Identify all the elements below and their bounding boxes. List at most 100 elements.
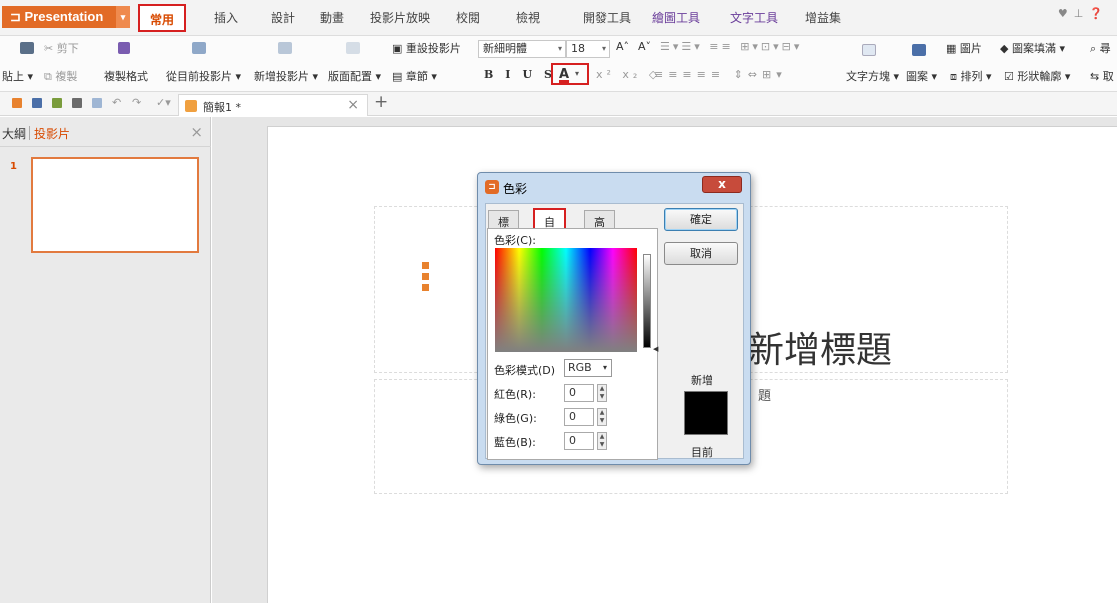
- textbox-label: 文字方塊: [846, 70, 890, 83]
- account-icon[interactable]: ⊥: [1074, 7, 1090, 20]
- tab-standard[interactable]: 標準: [488, 210, 519, 245]
- paragraph-tools[interactable]: ☰▾☰▾ ≡≡ ⊞▾⊡▾⊟▾: [660, 40, 802, 53]
- preview-icon[interactable]: [92, 98, 102, 108]
- format-painter-button[interactable]: 複製格式: [104, 68, 148, 84]
- red-spinner[interactable]: ▲ ▼: [597, 384, 607, 402]
- shrink-font-button[interactable]: A˅: [638, 40, 651, 53]
- cancel-button[interactable]: 取消: [664, 242, 738, 265]
- save-icon[interactable]: [32, 98, 42, 108]
- color-mode-select[interactable]: RGB ▾: [564, 359, 612, 377]
- font-size-select[interactable]: 18 ▾: [566, 40, 610, 58]
- picture-button[interactable]: ▦ 圖片: [946, 40, 982, 56]
- color-mode-label: 色彩模式(D): [494, 364, 556, 377]
- title-text[interactable]: 新增標題: [748, 321, 892, 373]
- tab-advanced[interactable]: 高級: [584, 210, 615, 245]
- section-icon: ▤: [392, 70, 406, 83]
- tab-slides[interactable]: 投影片: [34, 125, 70, 142]
- luminance-slider[interactable]: [643, 254, 651, 348]
- tab-review[interactable]: 校閱: [456, 9, 480, 26]
- from-current-slide-button[interactable]: 從目前投影片 ▾: [166, 68, 241, 84]
- brush-icon[interactable]: [118, 42, 130, 54]
- font-name-value: 新細明體: [483, 42, 527, 55]
- luminance-arrow-icon[interactable]: ◀: [653, 345, 658, 353]
- shape-icon[interactable]: [912, 44, 926, 56]
- tab-insert[interactable]: 插入: [214, 9, 238, 26]
- copy-button[interactable]: ⧉ 複製: [44, 68, 77, 84]
- shape-outline-button[interactable]: ☑ 形狀輪廓 ▾: [1004, 68, 1070, 84]
- shape-outline-label: 形狀輪廓: [1017, 70, 1062, 83]
- color-spectrum[interactable]: [495, 248, 637, 352]
- textbox-icon[interactable]: [862, 44, 876, 56]
- open-icon[interactable]: [12, 98, 22, 108]
- color-dialog: ⊐ 色彩 x 標準 自訂 高級 色彩(C): ◀ 色彩模式(D) RGB▾ 紅色…: [477, 172, 751, 465]
- tab-addins[interactable]: 增益集: [805, 9, 841, 26]
- reset-slide-button[interactable]: ▣ 重設投影片: [392, 40, 461, 56]
- red-input[interactable]: 0: [564, 384, 594, 402]
- replace-button[interactable]: ⇆ 取: [1090, 68, 1114, 84]
- new-slide-icon[interactable]: [278, 42, 292, 54]
- blue-input[interactable]: 0: [564, 432, 594, 450]
- search-icon: ⌕: [1090, 42, 1100, 55]
- resize-handle[interactable]: [422, 273, 429, 280]
- skin-icon[interactable]: ♥: [1058, 7, 1074, 20]
- new-tab-button[interactable]: +: [374, 92, 388, 112]
- tab-animation[interactable]: 動畫: [320, 9, 344, 26]
- grow-font-button[interactable]: A˄: [616, 40, 629, 53]
- ok-button[interactable]: 確定: [664, 208, 738, 231]
- blue-spinner[interactable]: ▲ ▼: [597, 432, 607, 450]
- document-tab[interactable]: 簡報1 * ×: [178, 94, 368, 116]
- subtitle-text[interactable]: 題: [758, 385, 771, 404]
- font-name-select[interactable]: 新細明體 ▾: [478, 40, 566, 58]
- resize-handle[interactable]: [422, 262, 429, 269]
- window-controls[interactable]: ♥⊥❓: [1058, 7, 1109, 20]
- tab-view[interactable]: 檢視: [516, 9, 540, 26]
- help-icon[interactable]: ❓: [1089, 7, 1109, 20]
- export-pdf-icon[interactable]: [52, 98, 62, 108]
- reset-slide-label: 重設投影片: [405, 42, 461, 55]
- shape-button[interactable]: 圖案 ▾: [906, 68, 937, 84]
- section-button[interactable]: ▤ 章節 ▾: [392, 68, 437, 84]
- paste-button[interactable]: 貼上 ▾: [2, 68, 33, 84]
- scissors-icon: ✂: [44, 42, 57, 55]
- layout-button[interactable]: 版面配置 ▾: [328, 68, 381, 84]
- tab-text-tools[interactable]: 文字工具: [730, 9, 778, 26]
- font-color-button[interactable]: A ▾: [551, 63, 589, 85]
- find-label: 尋: [1099, 42, 1111, 55]
- tab-drawing-tools[interactable]: 繪圖工具: [652, 9, 700, 26]
- tab-developer[interactable]: 開發工具: [583, 9, 631, 26]
- alignment-buttons[interactable]: ≡≡≡≡≡ ⇕⇔⊞▾: [654, 68, 787, 81]
- dialog-titlebar[interactable]: ⊐ 色彩 x: [478, 173, 750, 199]
- app-menu-button[interactable]: ⊐ Presentation ▾: [2, 6, 130, 28]
- print-icon[interactable]: [72, 98, 82, 108]
- copy-icon: ⧉: [44, 70, 56, 83]
- customize-icon[interactable]: ✓▾: [156, 96, 171, 109]
- redo-icon[interactable]: ↷: [132, 96, 141, 109]
- arrange-button[interactable]: ⧈ 排列 ▾: [950, 68, 992, 84]
- tab-home[interactable]: 常用: [138, 4, 187, 32]
- new-slide-button[interactable]: 新增投影片 ▾: [254, 68, 318, 84]
- green-spinner[interactable]: ▲ ▼: [597, 408, 607, 426]
- current-color-label: 目前: [691, 446, 713, 459]
- outline-icon: ☑: [1004, 70, 1018, 83]
- chevron-down-icon: ▾: [601, 44, 606, 53]
- picture-icon: ▦: [946, 42, 960, 55]
- script-buttons[interactable]: x² x₂ ◇: [596, 68, 661, 81]
- tab-outline[interactable]: 大綱: [2, 125, 26, 142]
- resize-handle[interactable]: [422, 284, 429, 291]
- chevron-down-icon: ▾: [116, 6, 130, 28]
- tab-design[interactable]: 設計: [271, 9, 295, 26]
- from-current-slide-icon[interactable]: [192, 42, 206, 54]
- shape-fill-button[interactable]: ◆ 圖案填滿 ▾: [1000, 40, 1065, 56]
- tab-slideshow[interactable]: 投影片放映: [370, 9, 430, 26]
- close-icon[interactable]: ×: [347, 97, 359, 113]
- textbox-button[interactable]: 文字方塊 ▾: [846, 68, 899, 84]
- green-input[interactable]: 0: [564, 408, 594, 426]
- find-button[interactable]: ⌕ 尋: [1090, 40, 1111, 56]
- close-button[interactable]: x: [702, 176, 742, 193]
- cut-button[interactable]: ✂ 剪下: [44, 40, 79, 56]
- layout-icon[interactable]: [346, 42, 360, 54]
- slide-thumbnail[interactable]: [31, 157, 199, 253]
- paste-icon[interactable]: [20, 42, 34, 54]
- close-icon[interactable]: ×: [190, 123, 203, 141]
- undo-icon[interactable]: ↶: [112, 96, 121, 109]
